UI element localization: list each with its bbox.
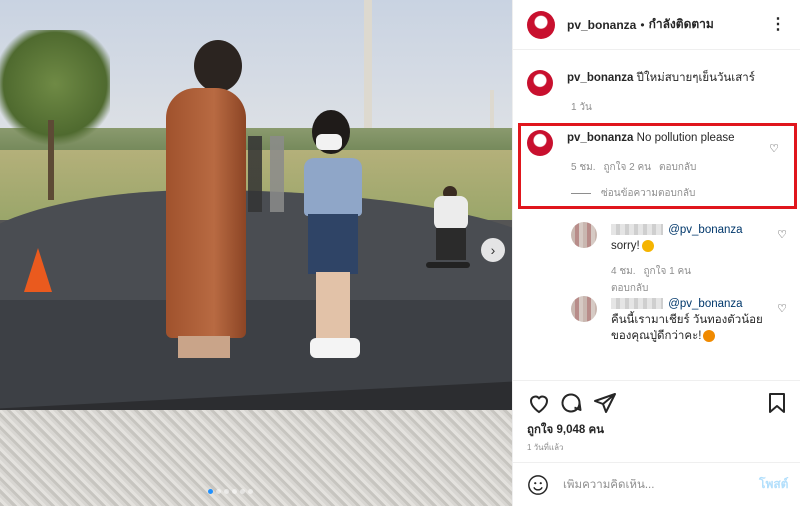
- caption-username[interactable]: pv_bonanza: [567, 72, 633, 84]
- carousel-dot: [216, 489, 221, 494]
- reply-item: @pv_bonanza คืนนี้เรามาเชียร์ วันทองตัวน…: [571, 296, 793, 344]
- carousel-next-button[interactable]: ›: [481, 238, 505, 262]
- post-header: pv_bonanza • กำลังติดตาม ⋮: [513, 0, 800, 50]
- reply-body: คืนนี้เรามาเชียร์ วันทองตัวน้อยของคุณปู่…: [611, 314, 763, 342]
- comment-input[interactable]: [563, 478, 749, 491]
- reply-heart-icon[interactable]: ♡: [777, 228, 787, 241]
- header-username[interactable]: pv_bonanza: [567, 18, 636, 32]
- blurred-username[interactable]: [611, 224, 663, 236]
- post-sidebar: pv_bonanza • กำลังติดตาม ⋮ pv_bonanza ปี…: [512, 0, 800, 506]
- sad-emoji-icon: [641, 239, 654, 252]
- reply-text: @pv_bonanza sorry!: [611, 222, 771, 254]
- avatar[interactable]: [527, 10, 555, 39]
- heart-eyes-emoji-icon: [703, 329, 716, 342]
- caption-time[interactable]: 1 วัน: [571, 100, 592, 115]
- following-status[interactable]: กำลังติดตาม: [649, 15, 714, 34]
- reply-text: @pv_bonanza คืนนี้เรามาเชียร์ วันทองตัวน…: [611, 296, 771, 344]
- carousel-dot: [248, 489, 253, 494]
- caption-body: ปีใหม่สบายๆเย็นวันเสาร์: [636, 72, 755, 84]
- post-photo[interactable]: ›: [0, 0, 512, 506]
- reply-mention[interactable]: @pv_bonanza: [668, 224, 742, 236]
- reply-likes[interactable]: ถูกใจ 1 คน: [644, 264, 692, 279]
- reply-mention[interactable]: @pv_bonanza: [668, 298, 742, 310]
- reply-heart-icon[interactable]: ♡: [777, 302, 787, 315]
- carousel-dots: [208, 489, 253, 494]
- comment-icon[interactable]: [559, 391, 583, 415]
- next-arrow-icon: ›: [490, 242, 496, 258]
- reply-button[interactable]: ตอบกลับ: [611, 281, 648, 296]
- reply-time[interactable]: 4 ชม.: [611, 264, 636, 279]
- photo-traffic-cone: [24, 248, 52, 292]
- caption-text: pv_bonanza ปีใหม่สบายๆเย็นวันเสาร์: [567, 70, 755, 96]
- reply-body: sorry!: [611, 240, 640, 252]
- photo-tree-trunk: [48, 120, 54, 200]
- carousel-dot: [208, 489, 213, 494]
- post-comment-button[interactable]: โพสต์: [759, 475, 788, 494]
- add-comment-bar: โพสต์: [513, 462, 800, 506]
- more-icon[interactable]: ⋮: [770, 14, 787, 34]
- avatar[interactable]: [571, 222, 597, 248]
- instagram-post: › pv_bonanza • กำลังติดตาม ⋮ pv_bonanza …: [0, 0, 800, 506]
- heart-icon[interactable]: [527, 391, 551, 415]
- blurred-username[interactable]: [611, 298, 663, 310]
- avatar[interactable]: [571, 296, 597, 322]
- post-time[interactable]: 1 วันที่แล้ว: [527, 441, 563, 454]
- carousel-dot: [232, 489, 237, 494]
- photo-gravel: [0, 410, 512, 506]
- photo-woman: [160, 40, 250, 360]
- post-caption: pv_bonanza ปีใหม่สบายๆเย็นวันเสาร์ 1 วัน: [527, 70, 755, 113]
- carousel-dot: [224, 489, 229, 494]
- highlight-box: [518, 123, 797, 209]
- carousel-dot: [240, 489, 245, 494]
- header-separator: •: [640, 17, 645, 32]
- photo-tree: [0, 30, 110, 150]
- likes-count[interactable]: ถูกใจ 9,048 คน: [527, 421, 604, 439]
- avatar[interactable]: [527, 70, 553, 96]
- bookmark-icon[interactable]: [765, 391, 789, 415]
- photo-skateboarder: [426, 186, 476, 272]
- photo-girl: [300, 110, 370, 365]
- photo-background-people: [248, 136, 298, 212]
- reply-item: @pv_bonanza sorry! 4 ชม. ถูกใจ 1 คน ตอบก…: [571, 222, 793, 296]
- emoji-icon[interactable]: [527, 474, 549, 496]
- share-icon[interactable]: [593, 391, 617, 415]
- post-actions: ถูกใจ 9,048 คน 1 วันที่แล้ว: [513, 380, 800, 462]
